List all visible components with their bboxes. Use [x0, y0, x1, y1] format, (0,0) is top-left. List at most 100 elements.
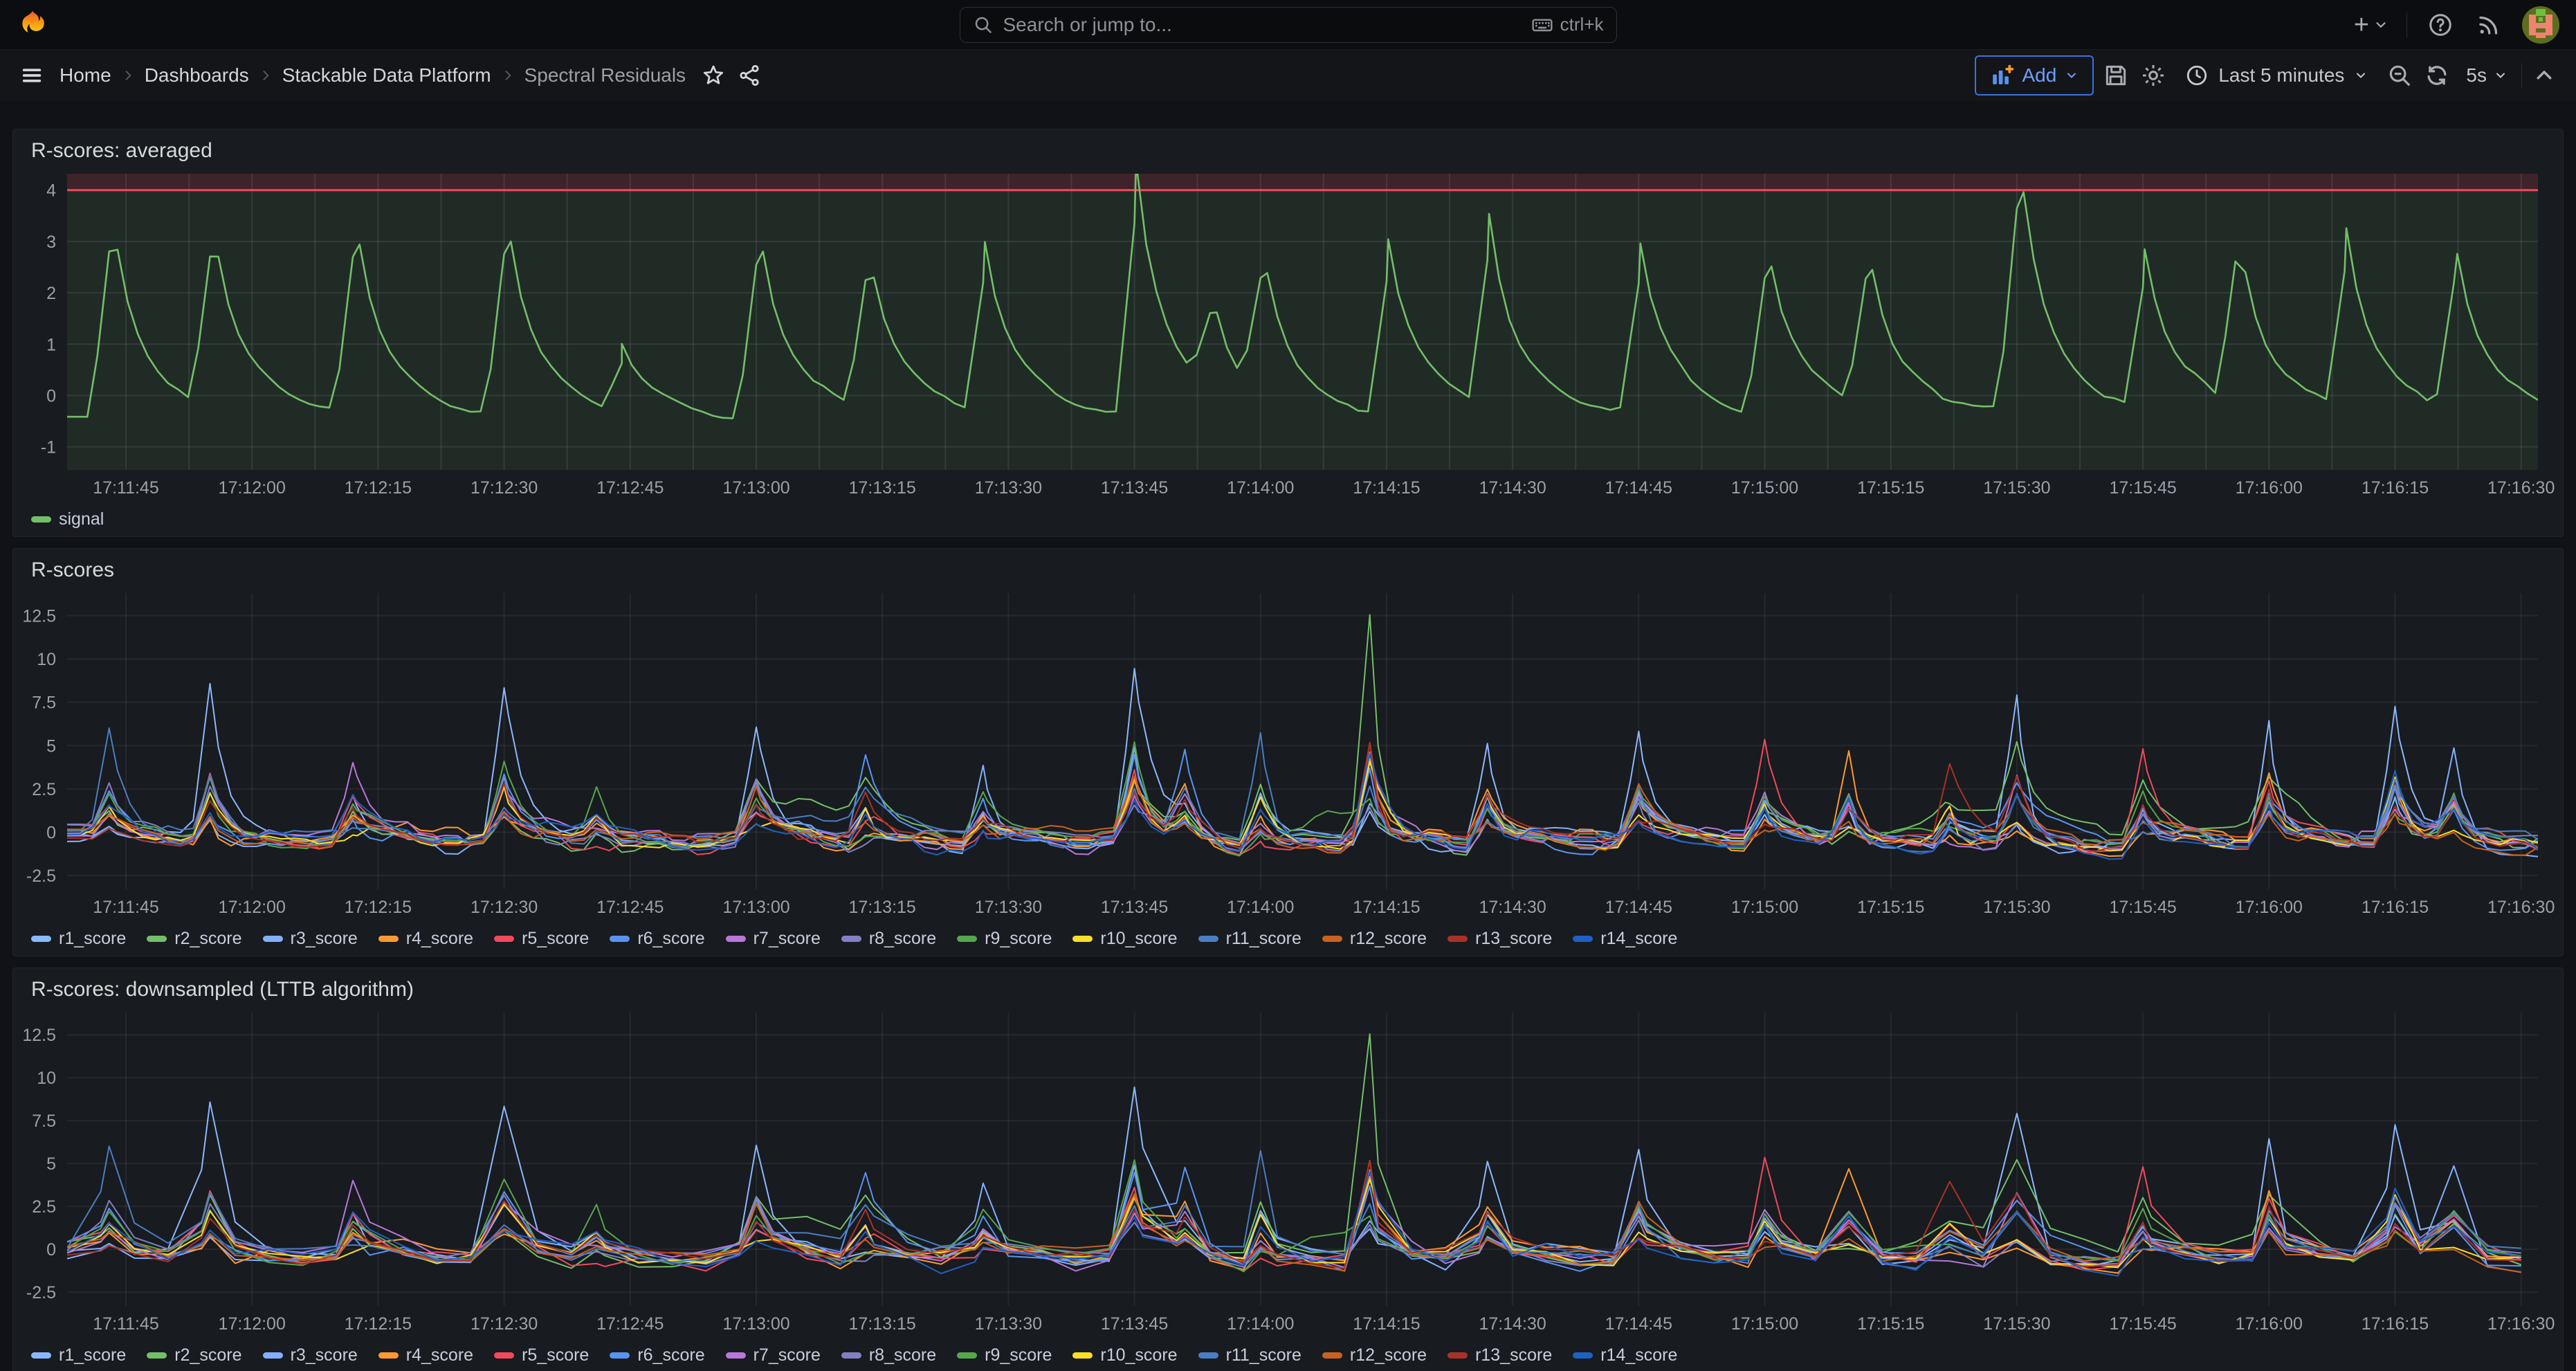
legend-item-r13_score[interactable]: r13_score [1447, 1345, 1552, 1365]
legend-item-r11_score[interactable]: r11_score [1198, 1345, 1301, 1365]
chevron-down-icon [2373, 17, 2388, 33]
legend-item-r9_score[interactable]: r9_score [957, 929, 1052, 949]
legend-item-r2_score[interactable]: r2_score [147, 929, 241, 949]
legend-item-r3_score[interactable]: r3_score [263, 1345, 358, 1365]
chart-legend: signal [13, 502, 2563, 536]
legend-item-r8_score[interactable]: r8_score [841, 929, 936, 949]
panel-header: R-scores: averaged [13, 129, 2563, 168]
star-icon [702, 64, 725, 87]
legend-item-r4_score[interactable]: r4_score [378, 1345, 473, 1365]
share-button[interactable] [734, 59, 765, 92]
legend-color-pill [726, 936, 746, 942]
refresh-interval-picker[interactable]: 5s [2459, 55, 2514, 96]
legend-color-pill [1322, 936, 1342, 942]
avatar[interactable] [2522, 6, 2559, 44]
time-range-picker[interactable]: Last 5 minutes [2175, 55, 2377, 96]
legend-color-pill [841, 936, 861, 942]
legend-item-r9_score[interactable]: r9_score [957, 1345, 1052, 1365]
chevron-down-icon [2354, 69, 2368, 82]
breadcrumb-folder[interactable]: Stackable Data Platform [282, 64, 491, 87]
menu-button[interactable] [17, 59, 47, 92]
panel-r-scores-downsampled: R-scores: downsampled (LTTB algorithm) -… [12, 968, 2564, 1371]
help-button[interactable] [2425, 8, 2456, 42]
legend-item-signal[interactable]: signal [31, 509, 104, 529]
refresh-button[interactable] [2422, 59, 2452, 92]
svg-text:12.5: 12.5 [22, 607, 56, 626]
legend-item-r3_score[interactable]: r3_score [263, 929, 358, 949]
svg-text:10: 10 [37, 650, 56, 669]
svg-text:17:13:30: 17:13:30 [975, 898, 1042, 917]
svg-text:0: 0 [46, 386, 56, 406]
legend-label: r7_score [753, 929, 821, 949]
svg-text:17:15:45: 17:15:45 [2109, 478, 2176, 498]
svg-text:17:16:30: 17:16:30 [2487, 898, 2555, 917]
chart-canvas[interactable]: -2.502.557.51012.517:11:4517:12:0017:12:… [13, 1007, 2563, 1338]
panel-title[interactable]: R-scores [31, 559, 114, 588]
news-button[interactable] [2474, 8, 2504, 42]
legend-label: r12_score [1350, 1345, 1427, 1365]
legend-item-r10_score[interactable]: r10_score [1072, 929, 1177, 949]
svg-text:17:12:15: 17:12:15 [345, 898, 412, 917]
search-input[interactable] [1003, 14, 1522, 36]
legend-color-pill [31, 516, 51, 523]
legend-item-r13_score[interactable]: r13_score [1447, 929, 1552, 949]
legend-color-pill [841, 1352, 861, 1359]
svg-text:-2.5: -2.5 [26, 866, 56, 886]
grafana-logo-icon[interactable] [17, 9, 48, 41]
svg-text:17:16:00: 17:16:00 [2236, 898, 2303, 917]
svg-text:17:13:30: 17:13:30 [975, 1314, 1042, 1334]
legend-item-r1_score[interactable]: r1_score [31, 1345, 126, 1365]
favorite-button[interactable] [698, 59, 729, 92]
legend-item-r7_score[interactable]: r7_score [726, 929, 821, 949]
svg-text:-1: -1 [41, 438, 56, 457]
legend-item-r6_score[interactable]: r6_score [610, 1345, 704, 1365]
chart-area[interactable]: -2.502.557.51012.517:11:4517:12:0017:12:… [13, 588, 2563, 921]
refresh-icon [2424, 62, 2450, 89]
svg-text:17:13:00: 17:13:00 [722, 478, 789, 498]
new-menu-button[interactable]: + [2354, 8, 2388, 42]
legend-item-r5_score[interactable]: r5_score [494, 1345, 589, 1365]
panel-title[interactable]: R-scores: downsampled (LTTB algorithm) [31, 978, 414, 1007]
search-bar[interactable]: ctrl+k [960, 7, 1617, 43]
svg-text:17:14:15: 17:14:15 [1353, 1314, 1420, 1334]
legend-label: r2_score [174, 929, 241, 949]
legend-item-r14_score[interactable]: r14_score [1573, 929, 1677, 949]
chart-canvas[interactable]: -10123417:11:4517:12:0017:12:1517:12:301… [13, 168, 2563, 502]
legend-item-r12_score[interactable]: r12_score [1322, 1345, 1427, 1365]
save-dashboard-button[interactable] [2101, 59, 2131, 92]
legend-item-r14_score[interactable]: r14_score [1573, 1345, 1677, 1365]
legend-label: r11_score [1226, 929, 1301, 949]
legend-color-pill [610, 1352, 630, 1359]
legend-item-r5_score[interactable]: r5_score [494, 929, 589, 949]
collapse-toolbar-button[interactable] [2529, 59, 2559, 92]
legend-color-pill [1072, 936, 1093, 942]
svg-text:1: 1 [46, 335, 56, 354]
legend-item-r4_score[interactable]: r4_score [378, 929, 473, 949]
legend-item-r11_score[interactable]: r11_score [1198, 929, 1301, 949]
zoom-out-button[interactable] [2384, 59, 2415, 92]
save-icon [2103, 62, 2129, 89]
svg-text:2.5: 2.5 [32, 1197, 56, 1217]
svg-text:7.5: 7.5 [32, 1111, 56, 1131]
legend-item-r8_score[interactable]: r8_score [841, 1345, 936, 1365]
legend-item-r10_score[interactable]: r10_score [1072, 1345, 1177, 1365]
svg-text:17:12:00: 17:12:00 [219, 1314, 286, 1334]
legend-item-r2_score[interactable]: r2_score [147, 1345, 241, 1365]
breadcrumb-dashboards[interactable]: Dashboards [145, 64, 249, 87]
legend-item-r7_score[interactable]: r7_score [726, 1345, 821, 1365]
legend-item-r6_score[interactable]: r6_score [610, 929, 704, 949]
legend-item-r12_score[interactable]: r12_score [1322, 929, 1427, 949]
breadcrumb-home[interactable]: Home [60, 64, 111, 87]
chevron-right-icon [501, 69, 515, 82]
svg-text:17:15:15: 17:15:15 [1857, 1314, 1924, 1334]
add-button[interactable]: Add [1975, 55, 2094, 96]
dashboard-settings-button[interactable] [2138, 59, 2168, 92]
search-icon [973, 15, 994, 35]
legend-item-r1_score[interactable]: r1_score [31, 929, 126, 949]
panel-title[interactable]: R-scores: averaged [31, 139, 212, 168]
chart-area[interactable]: -2.502.557.51012.517:11:4517:12:0017:12:… [13, 1007, 2563, 1338]
svg-text:17:16:30: 17:16:30 [2487, 1314, 2555, 1334]
chart-area[interactable]: -10123417:11:4517:12:0017:12:1517:12:301… [13, 168, 2563, 502]
chart-canvas[interactable]: -2.502.557.51012.517:11:4517:12:0017:12:… [13, 588, 2563, 921]
legend-label: r1_score [59, 929, 126, 949]
